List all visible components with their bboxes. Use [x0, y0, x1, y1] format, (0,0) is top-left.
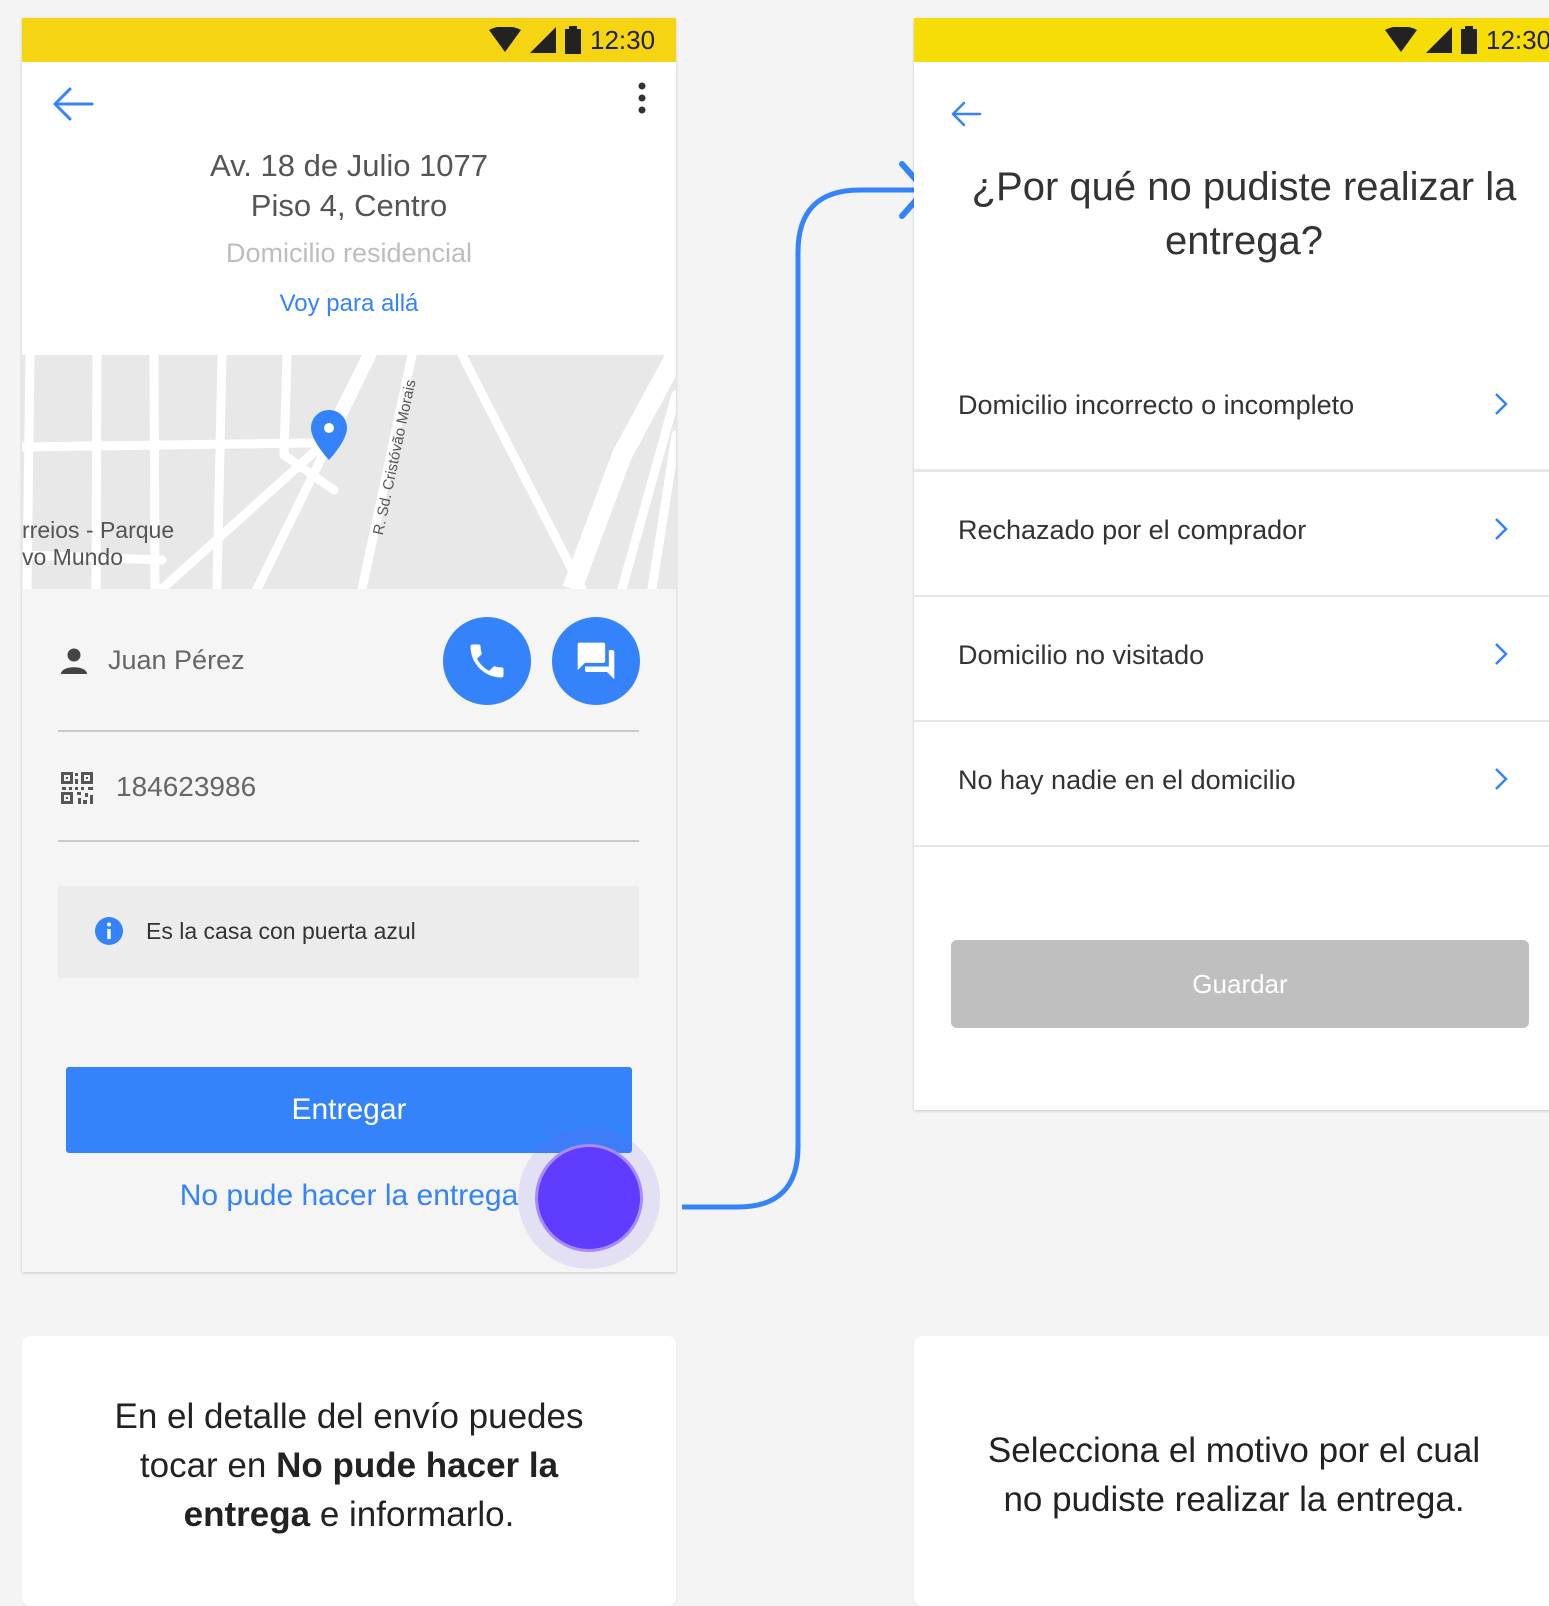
reason-option-label: Domicilio no visitado [958, 640, 1205, 670]
chevron-right-icon [1495, 393, 1508, 415]
call-button[interactable] [443, 617, 531, 705]
delivery-note: Es la casa con puerta azul [58, 886, 639, 978]
map[interactable]: R. Sd. Cristóvão Morais rreios - Parque … [22, 355, 676, 589]
divider [58, 840, 639, 842]
caption-left: En el detalle del envío puedes tocar en … [22, 1392, 676, 1539]
reason-option-label: Domicilio incorrecto o incompleto [958, 390, 1355, 420]
status-icons: 12:30 [488, 24, 655, 56]
reason-option[interactable]: Domicilio incorrecto o incompleto [914, 346, 1549, 472]
chat-icon [577, 642, 615, 680]
wifi-icon [1385, 27, 1417, 52]
signal-icon [1426, 27, 1452, 53]
navigate-link[interactable]: Voy para allá [22, 290, 676, 318]
delivery-note-text: Es la casa con puerta azul [146, 918, 416, 944]
address-line2: Piso 4, Centro [250, 188, 448, 223]
address-line1: Av. 18 de Julio 1077 [209, 148, 489, 183]
caption-card-left: En el detalle del envío puedes tocar en … [22, 1336, 676, 1606]
shipment-id: 184623986 [116, 771, 257, 802]
status-time: 12:30 [1486, 24, 1549, 55]
shipment-info-panel: Juan Pérez 184623986 Es la casa con puer… [22, 589, 676, 1272]
tap-indicator [535, 1144, 643, 1252]
reason-option-label: No hay nadie en el domicilio [958, 765, 1296, 795]
caption-right: Selecciona el motivo por el cual no pudi… [987, 1431, 1481, 1519]
map-pin-icon [311, 410, 347, 460]
battery-icon [565, 26, 581, 54]
address-type: Domicilio residencial [225, 238, 473, 268]
back-arrow-icon[interactable] [52, 86, 94, 122]
reason-option[interactable]: Rechazado por el comprador [914, 471, 1549, 597]
info-icon [95, 917, 123, 945]
flow-connector-arrow [682, 161, 928, 1210]
reason-option-label: Rechazado por el comprador [958, 515, 1307, 545]
page-title: ¿Por qué no pudiste realizar la entrega? [971, 165, 1517, 263]
save-button[interactable]: Guardar [951, 940, 1529, 1028]
reason-option[interactable]: Domicilio no visitado [914, 596, 1549, 722]
message-button[interactable] [552, 617, 640, 705]
wifi-icon [489, 27, 521, 52]
phone-icon [470, 644, 504, 678]
reason-option[interactable]: No hay nadie en el domicilio [914, 721, 1549, 847]
more-vert-icon[interactable] [636, 82, 648, 116]
status-bar: 12:30 [22, 18, 676, 62]
delivery-detail-screen: 12:30 Av. 18 de Julio 1077 Piso 4, Centr… [22, 18, 676, 1272]
failed-delivery-reason-screen: 12:30 ¿Por qué no pudiste realizar la en… [914, 18, 1549, 1110]
qr-code-icon [61, 772, 93, 804]
divider [58, 730, 639, 732]
signal-icon [530, 27, 556, 53]
caption-left-text-end: e informarlo. [310, 1495, 515, 1534]
map-place-label-1: rreios - Parque [22, 517, 175, 543]
contact-name: Juan Pérez [108, 645, 245, 675]
back-arrow-icon[interactable] [950, 100, 982, 128]
chevron-right-icon [1495, 518, 1508, 540]
person-icon [61, 648, 87, 674]
status-bar: 12:30 [914, 18, 1549, 62]
divider [914, 469, 1549, 471]
chevron-right-icon [1495, 643, 1508, 665]
battery-icon [1461, 26, 1477, 54]
map-place-label-2: vo Mundo [22, 544, 124, 570]
caption-card-right: Selecciona el motivo por el cual no pudi… [914, 1336, 1549, 1606]
status-icons: 12:30 [1384, 24, 1549, 56]
chevron-right-icon [1495, 768, 1508, 790]
status-time: 12:30 [590, 24, 656, 55]
